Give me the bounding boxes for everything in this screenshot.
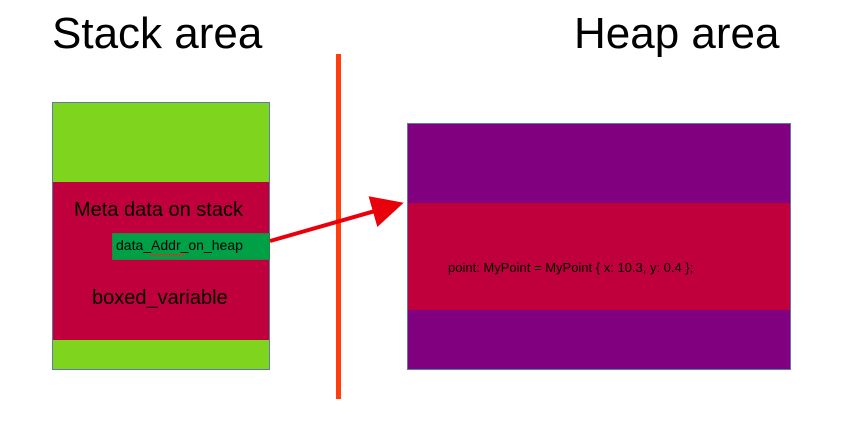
pointer-arrow [269,196,404,243]
